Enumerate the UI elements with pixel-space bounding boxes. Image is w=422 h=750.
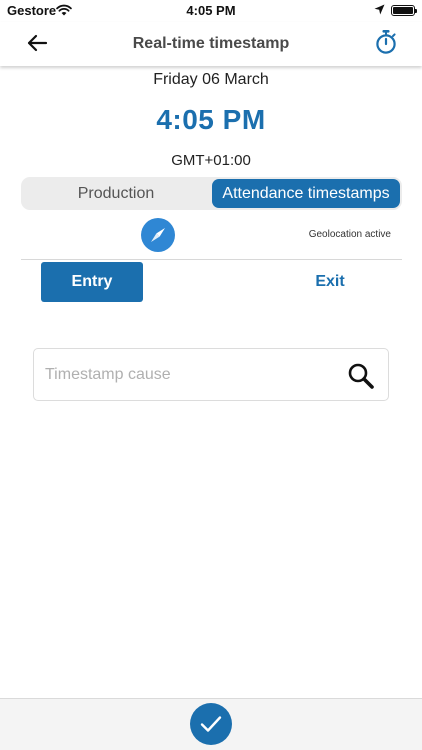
- page-title: Real-time timestamp: [132, 35, 290, 52]
- checkmark-icon: [200, 716, 222, 732]
- timestamp-cause-input[interactable]: [45, 361, 335, 389]
- divider: [21, 259, 402, 260]
- navigation-header: Real-time timestamp: [0, 22, 422, 66]
- status-time: 4:05 PM: [186, 3, 236, 18]
- compass-icon: [141, 218, 175, 252]
- confirm-button[interactable]: [190, 703, 232, 745]
- timestamp-cause-field[interactable]: [33, 348, 389, 401]
- battery-icon: [391, 5, 417, 16]
- exit-button[interactable]: Exit: [280, 262, 380, 302]
- status-bar: Gestore 4:05 PM: [0, 0, 422, 22]
- entry-button[interactable]: Entry: [41, 262, 143, 302]
- geolocation-status: Geolocation active: [308, 229, 391, 240]
- current-date: Friday 06 March: [153, 71, 269, 88]
- search-icon[interactable]: [346, 361, 376, 391]
- tab-attendance-timestamps[interactable]: Attendance timestamps: [212, 179, 400, 208]
- current-time: 4:05 PM: [156, 104, 266, 135]
- timer-button[interactable]: [372, 27, 400, 57]
- timestamp-type-tabs: Production Attendance timestamps: [21, 177, 402, 210]
- timezone-label: GMT+01:00: [171, 152, 251, 169]
- tab-production[interactable]: Production: [23, 179, 209, 208]
- compass-needle: [151, 228, 165, 242]
- stopwatch-icon: [376, 30, 396, 54]
- location-arrow-icon: [374, 4, 385, 15]
